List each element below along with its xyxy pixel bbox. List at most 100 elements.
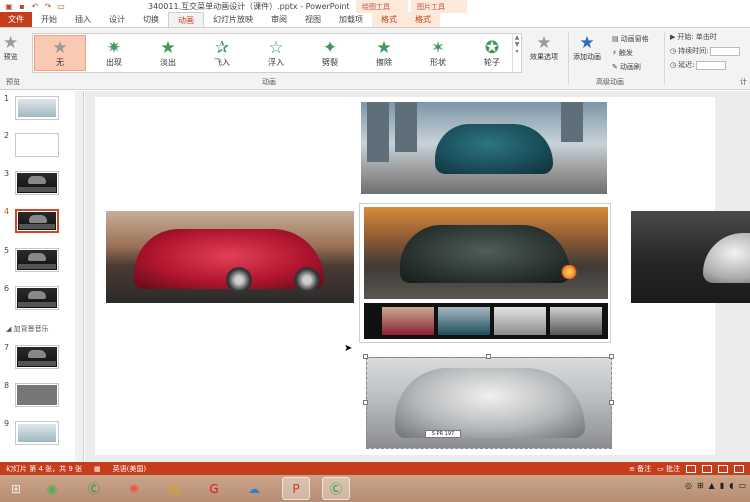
delay-control[interactable]: ◷ 延迟: <box>670 60 727 70</box>
camtasia-recorder-icon[interactable]: Ⓒ <box>322 477 350 500</box>
animation-fly-in[interactable]: ✰ 飞入 <box>196 35 248 71</box>
camtasia-icon[interactable]: Ⓒ <box>80 477 108 500</box>
delay-input[interactable] <box>696 60 727 70</box>
language[interactable]: 英语(美国) <box>107 464 152 474</box>
tab-transitions[interactable]: 切换 <box>134 12 168 27</box>
white-car-photo[interactable] <box>631 211 750 303</box>
redo-icon[interactable]: ↷ <box>43 2 53 12</box>
powerpoint-logo-icon: ▣ <box>5 2 13 11</box>
quick-access-toolbar: ▣ ▪ ↶ ↷ ▭ <box>0 2 66 12</box>
cloud-icon[interactable]: ☁ <box>240 477 268 500</box>
tab-addins[interactable]: 加载项 <box>330 12 372 27</box>
bmw-photo[interactable] <box>361 102 607 194</box>
mini-photo-bmw[interactable] <box>438 307 490 335</box>
slide-thumb-6[interactable] <box>15 286 59 310</box>
animation-fade[interactable]: ★ 淡出 <box>142 35 194 71</box>
start-control[interactable]: ▶ 开始: 单击时 <box>670 32 717 42</box>
animation-pane-button[interactable]: ▤ 动画窗格 <box>612 34 649 44</box>
slide-thumb-1[interactable] <box>15 96 59 120</box>
building <box>561 102 583 142</box>
tab-design[interactable]: 设计 <box>100 12 134 27</box>
slide-thumb-9[interactable] <box>15 421 59 445</box>
animation-painter-button[interactable]: ✎ 动画刷 <box>612 62 641 72</box>
effect-options-icon: ★ <box>536 33 552 53</box>
comments-button[interactable]: ▭ 批注 <box>657 464 680 474</box>
present-icon[interactable]: ▭ <box>56 2 66 12</box>
mini-photo-white[interactable] <box>550 307 602 335</box>
thumb-car <box>28 176 46 184</box>
app-icon[interactable]: ◉ <box>38 477 66 500</box>
slide-thumb-8[interactable] <box>15 383 59 407</box>
keyboard-icon[interactable]: ▭ <box>738 481 746 490</box>
red-car-photo[interactable] <box>106 211 354 303</box>
mini-photo-silver[interactable] <box>494 307 546 335</box>
tab-insert[interactable]: 插入 <box>66 12 100 27</box>
tray-icon[interactable]: ◎ <box>685 481 692 490</box>
exhaust-flame <box>560 265 578 279</box>
slide-thumb-7[interactable] <box>15 345 59 369</box>
animation-split[interactable]: ✦ 劈裂 <box>304 35 356 71</box>
tab-drawing-format[interactable]: 格式 <box>372 12 406 27</box>
file-explorer-icon[interactable]: ▤ <box>160 477 188 500</box>
tab-slideshow[interactable]: 幻灯片放映 <box>204 12 262 27</box>
save-icon[interactable]: ▪ <box>17 2 27 12</box>
tray-icon[interactable]: ▲ <box>709 481 715 490</box>
start-button-icon[interactable]: ⊞ <box>2 477 30 500</box>
animation-appear[interactable]: ✷ 出现 <box>88 35 140 71</box>
tray-icon[interactable]: ⊞ <box>697 481 704 490</box>
wheel <box>294 267 320 293</box>
animation-none[interactable]: ★ 无 <box>34 35 86 71</box>
add-animation-button[interactable]: ★ 添加动画 <box>573 34 601 62</box>
split-star-icon: ✦ <box>322 37 338 58</box>
spellcheck-icon[interactable]: ▦ <box>88 465 107 473</box>
delay-label: 延迟: <box>678 61 695 69</box>
app-g-icon[interactable]: G <box>200 477 228 500</box>
silver-car-photo[interactable]: S·PR 197 <box>366 357 612 449</box>
trigger-button[interactable]: ⚡ 触发 <box>612 48 633 58</box>
animation-shape[interactable]: ✶ 形状 <box>412 35 464 71</box>
tab-review[interactable]: 审阅 <box>262 12 296 27</box>
preview-button[interactable]: ★ 预览 <box>3 34 18 62</box>
resize-handle[interactable] <box>363 400 368 405</box>
animation-gallery: ★ 无 ✷ 出现 ★ 淡出 ✰ 飞入 ☆ 浮入 ✦ 劈裂 ★ 擦除 ✶ 形状 ✪… <box>32 33 522 73</box>
slide-thumb-5[interactable] <box>15 248 59 272</box>
slide-sorter-icon[interactable] <box>702 464 712 473</box>
wipe-star-icon: ★ <box>376 37 392 58</box>
tab-file[interactable]: 文件 <box>0 12 32 27</box>
green-car-photo[interactable] <box>364 207 608 299</box>
building <box>395 102 417 152</box>
network-icon[interactable]: ▮ <box>720 481 724 490</box>
slide-thumb-4[interactable] <box>15 209 59 233</box>
gallery-scroll[interactable]: ▲ ▼ ▾ <box>512 34 521 72</box>
tab-home[interactable]: 开始 <box>32 12 66 27</box>
tab-animations[interactable]: 动画 <box>168 12 204 27</box>
undo-icon[interactable]: ↶ <box>30 2 40 12</box>
volume-icon[interactable]: ◖ <box>729 481 733 490</box>
slide-thumb-2[interactable] <box>15 133 59 157</box>
section-label[interactable]: ◢ 加背景音乐 <box>6 324 49 334</box>
powerpoint-taskbar-icon[interactable]: P <box>282 477 310 500</box>
duration-input[interactable] <box>710 46 741 56</box>
resize-handle[interactable] <box>486 354 491 359</box>
effect-options-button[interactable]: ★ 效果选项 <box>530 34 558 62</box>
resize-handle[interactable] <box>363 354 368 359</box>
duration-control[interactable]: ◷ 持续时间: <box>670 46 741 56</box>
slide-thumb-3[interactable] <box>15 171 59 195</box>
color-wheel-icon[interactable]: ✺ <box>120 477 148 500</box>
preview-group-label: 预览 <box>6 78 20 86</box>
resize-handle[interactable] <box>609 400 614 405</box>
thumbnail-scrollbar[interactable] <box>75 91 83 462</box>
resize-handle[interactable] <box>609 354 614 359</box>
notes-button[interactable]: ≡ 备注 <box>629 464 651 474</box>
animation-wheel[interactable]: ✪ 轮子 <box>466 35 518 71</box>
normal-view-icon[interactable] <box>686 464 696 473</box>
animation-float-in[interactable]: ☆ 浮入 <box>250 35 302 71</box>
tab-view[interactable]: 视图 <box>296 12 330 27</box>
mini-photo-red[interactable] <box>382 307 434 335</box>
tab-picture-format[interactable]: 格式 <box>406 12 440 27</box>
slideshow-view-icon[interactable] <box>734 464 744 473</box>
animation-wipe[interactable]: ★ 擦除 <box>358 35 410 71</box>
reading-view-icon[interactable] <box>718 464 728 473</box>
thumb-car <box>29 215 47 223</box>
animation-label: 飞入 <box>214 57 230 67</box>
